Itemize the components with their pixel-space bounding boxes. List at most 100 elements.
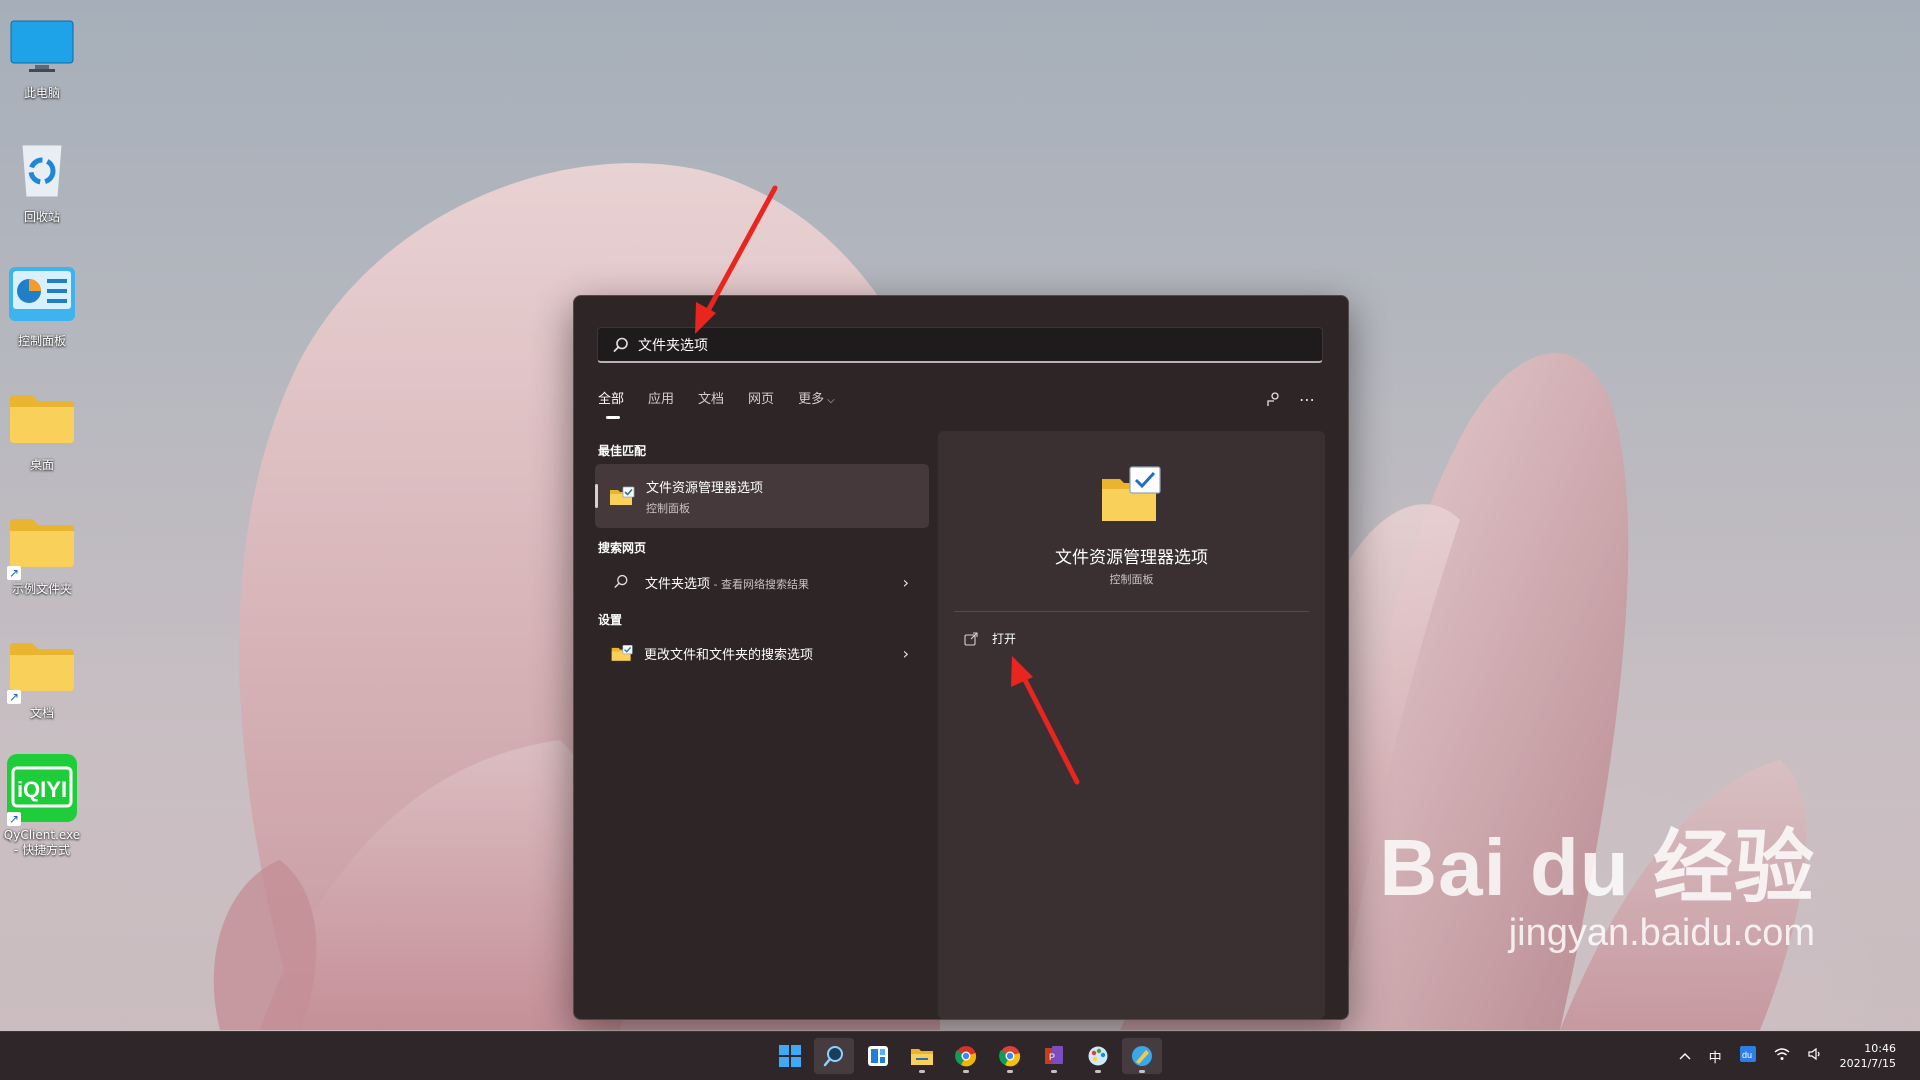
chrome-beta-button[interactable] xyxy=(946,1038,986,1074)
clock-date: 2021/7/15 xyxy=(1839,1057,1896,1070)
taskbar-search-button[interactable] xyxy=(814,1038,854,1074)
taskbar-apps: P xyxy=(768,1038,1164,1074)
desktop-icon-label: 示例文件夹 xyxy=(11,582,72,596)
pinned-app-icon xyxy=(1132,1046,1152,1066)
desktop-icon-label: 文档 xyxy=(29,706,54,720)
windows-logo-icon xyxy=(779,1045,801,1067)
best-match-result[interactable]: 文件资源管理器选项 控制面板 xyxy=(595,464,929,528)
control-panel-icon xyxy=(9,267,75,321)
office-app-button[interactable]: P xyxy=(1034,1038,1074,1074)
search-input[interactable] xyxy=(636,328,1322,361)
detail-divider xyxy=(954,611,1309,612)
pinned-app-button[interactable] xyxy=(1122,1038,1162,1074)
desktop-icon-label: 桌面 xyxy=(29,458,54,472)
web-result-title: 文件夹选项 xyxy=(645,576,711,592)
desktop-icon-control-panel[interactable]: 控制面板 xyxy=(0,258,84,349)
chrome-button[interactable] xyxy=(990,1038,1030,1074)
folder-icon xyxy=(10,519,74,567)
open-external-icon xyxy=(964,631,978,646)
share-account-icon[interactable] xyxy=(1262,388,1284,410)
running-indicator xyxy=(1007,1070,1013,1073)
tab-label: 全部 xyxy=(598,392,625,407)
show-hidden-icons-chevron-icon[interactable] xyxy=(1679,1049,1691,1064)
tab-more[interactable]: 更多 ⌵ xyxy=(798,388,835,407)
chrome-beta-icon xyxy=(955,1046,977,1067)
tab-web[interactable]: 网页 xyxy=(748,388,774,407)
chevron-right-icon: › xyxy=(902,643,909,663)
widgets-button[interactable] xyxy=(858,1038,898,1074)
svg-text:du: du xyxy=(1742,1050,1752,1060)
shortcut-arrow-icon: ↗ xyxy=(7,690,21,704)
watermark-brand: Bai du 经验 xyxy=(1379,823,1815,912)
shortcut-arrow-icon: ↗ xyxy=(7,566,21,580)
more-options-icon[interactable]: ⋯ xyxy=(1296,388,1318,410)
taskbar-clock[interactable]: 10:46 2021/7/15 xyxy=(1840,1042,1896,1070)
result-title: 文件资源管理器选项 xyxy=(646,480,764,496)
wifi-icon[interactable] xyxy=(1774,1047,1790,1065)
desktop-icon-desktop-folder[interactable]: 桌面 xyxy=(0,382,84,473)
tab-label: 更多 xyxy=(798,392,825,407)
baidu-netdisk-tray-icon[interactable]: du xyxy=(1739,1046,1756,1066)
widgets-icon xyxy=(868,1046,888,1066)
web-result-suffix: - 查看网络搜索结果 xyxy=(710,577,809,591)
recycle-bin-icon xyxy=(21,144,63,198)
folder-options-icon xyxy=(1102,466,1161,521)
search-icon xyxy=(614,574,628,588)
svg-text:P: P xyxy=(1049,1052,1055,1062)
web-search-result[interactable]: 文件夹选项 - 查看网络搜索结果 › xyxy=(595,562,929,602)
tab-label: 应用 xyxy=(648,392,675,407)
system-tray: 中 du 10:46 2021/7/15 xyxy=(1679,1032,1920,1080)
chevron-right-icon: › xyxy=(902,572,909,592)
section-settings: 设置 xyxy=(598,613,623,627)
clock-time: 10:46 xyxy=(1864,1042,1896,1055)
detail-subtitle: 控制面板 xyxy=(1109,573,1154,586)
shortcut-arrow-icon: ↗ xyxy=(7,812,21,826)
tab-apps[interactable]: 应用 xyxy=(648,388,674,407)
open-action[interactable]: 打开 xyxy=(964,630,1016,647)
result-subtitle: 控制面板 xyxy=(646,501,690,515)
desktop-icon-sample-folder[interactable]: ↗ 示例文件夹 xyxy=(0,506,84,597)
tab-label: 文档 xyxy=(698,392,725,407)
running-indicator xyxy=(1051,1070,1057,1073)
desktop-icon-label: 控制面板 xyxy=(17,334,66,348)
search-icon xyxy=(613,337,628,352)
search-flyout: 全部 应用 文档 网页 更多⌵ ⋯ 最佳匹配 文件资源管理器选项 控制面板 搜索… xyxy=(573,295,1349,1020)
office-app-icon: P xyxy=(1045,1046,1063,1064)
search-box[interactable] xyxy=(597,327,1323,363)
ime-indicator[interactable]: 中 xyxy=(1709,1047,1722,1066)
taskbar: P 中 du 10:46 2021/7/15 xyxy=(0,1031,1920,1080)
volume-icon[interactable] xyxy=(1807,1047,1822,1065)
chrome-icon xyxy=(999,1046,1021,1067)
baidu-jingyan-watermark: Bai du 经验 jingyan.baidu.com xyxy=(1379,828,1815,955)
desktop-icon-iqiyi[interactable]: iQIYI ↗ QyClient.exe - 快捷方式 xyxy=(0,752,84,858)
tab-all[interactable]: 全部 xyxy=(598,388,625,419)
section-search-web: 搜索网页 xyxy=(598,541,647,555)
paint-button[interactable] xyxy=(1078,1038,1118,1074)
section-best-match: 最佳匹配 xyxy=(598,444,647,458)
start-button[interactable] xyxy=(770,1038,810,1074)
folder-icon xyxy=(10,643,74,691)
settings-result-title: 更改文件和文件夹的搜索选项 xyxy=(644,647,814,663)
file-explorer-icon xyxy=(911,1049,933,1065)
file-explorer-button[interactable] xyxy=(902,1038,942,1074)
chevron-down-icon: ⌵ xyxy=(827,395,835,406)
desktop-icon-this-pc[interactable]: 此电脑 xyxy=(0,10,84,101)
search-icon xyxy=(823,1046,843,1067)
running-indicator xyxy=(1095,1070,1101,1073)
tab-label: 网页 xyxy=(748,392,775,407)
folder-options-icon xyxy=(610,486,635,505)
folder-options-icon xyxy=(611,644,633,661)
desktop-icon-recycle-bin[interactable]: 回收站 xyxy=(0,134,84,225)
tab-documents[interactable]: 文档 xyxy=(698,388,724,407)
detail-title: 文件资源管理器选项 xyxy=(1055,548,1208,568)
settings-result[interactable]: 更改文件和文件夹的搜索选项 › xyxy=(595,633,929,673)
iqiyi-logo-text: iQIYI xyxy=(17,777,67,802)
desktop-icon-documents[interactable]: ↗ 文档 xyxy=(0,630,84,721)
desktop-icon-label: 回收站 xyxy=(23,210,60,224)
open-action-label: 打开 xyxy=(992,632,1017,646)
desktop-icon-label: QyClient.exe - 快捷方式 xyxy=(3,828,81,857)
desktop-icon-label: 此电脑 xyxy=(23,86,60,100)
result-detail-pane: 文件资源管理器选项 控制面板 打开 xyxy=(938,431,1325,1019)
running-indicator xyxy=(919,1070,925,1073)
watermark-url: jingyan.baidu.com xyxy=(1508,912,1815,954)
